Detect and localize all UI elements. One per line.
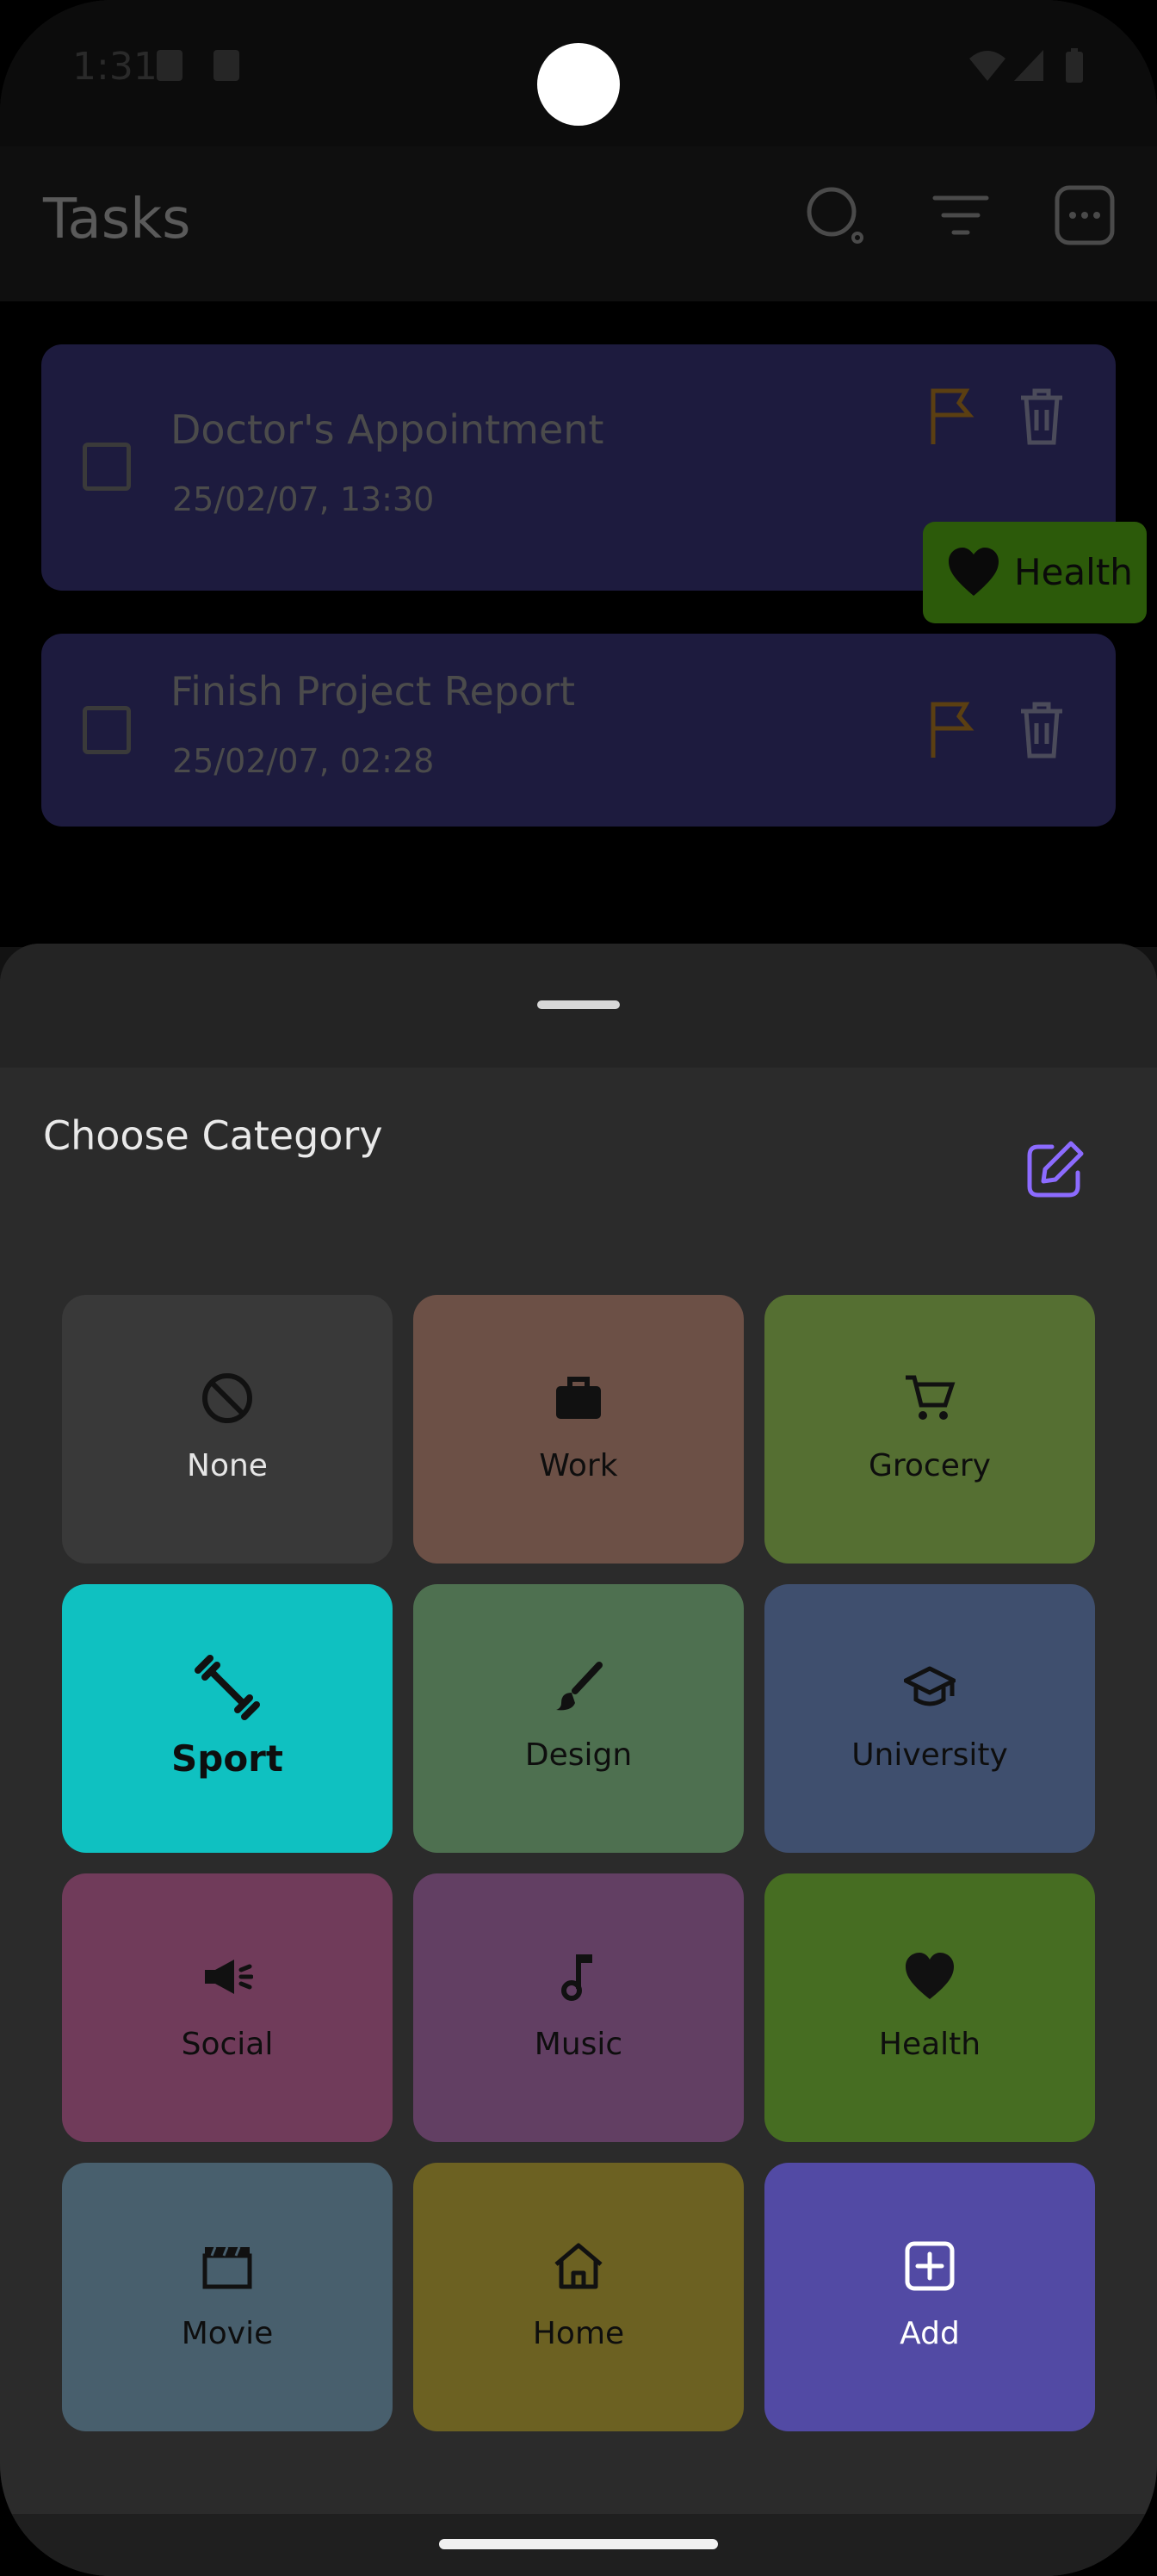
task-date: 25/02/07, 02:28 (172, 742, 435, 780)
status-time: 1:31 (72, 45, 158, 89)
graduation-cap-icon (904, 1666, 956, 1706)
delete-icon[interactable] (1018, 701, 1066, 759)
category-tile-grocery[interactable]: Grocery (764, 1295, 1095, 1564)
app-bar: Tasks (0, 146, 1157, 301)
category-label: None (187, 1448, 268, 1483)
category-label: Work (539, 1448, 618, 1483)
category-tile-music[interactable]: Music (413, 1873, 744, 2142)
add-box-icon (905, 2241, 955, 2291)
camera-cutout (537, 43, 620, 126)
heart-icon (906, 1953, 954, 1999)
task-title: Doctor's Appointment (170, 406, 604, 453)
category-tile-home[interactable]: Home (413, 2163, 744, 2431)
cell-signal-icon (1014, 50, 1043, 81)
flag-icon[interactable] (928, 701, 976, 759)
block-icon (202, 1373, 252, 1423)
drag-handle[interactable] (537, 1000, 620, 1009)
task-date: 25/02/07, 13:30 (172, 480, 435, 518)
wifi-icon (969, 51, 1005, 81)
category-label: Health (878, 2027, 981, 2062)
music-note-icon (561, 1954, 592, 2001)
brush-icon (556, 1662, 603, 1711)
edit-icon[interactable] (1024, 1140, 1085, 1200)
flag-icon[interactable] (928, 387, 976, 446)
search-icon[interactable] (804, 184, 866, 246)
phone-screen: 1:31 Tasks Doctor's Appointment 25/02/07… (0, 0, 1157, 2576)
home-icon (554, 2243, 603, 2289)
home-indicator[interactable] (439, 2539, 718, 2549)
category-label: Sport (171, 1737, 283, 1780)
sheet-drag-area[interactable] (0, 944, 1157, 1068)
category-tile-sport[interactable]: Sport (62, 1584, 393, 1853)
cart-icon (906, 1375, 956, 1420)
task-card[interactable]: Doctor's Appointment 25/02/07, 13:30 Hea… (41, 344, 1147, 623)
delete-icon[interactable] (1018, 387, 1066, 446)
battery-icon (1066, 48, 1083, 83)
task-title: Finish Project Report (170, 668, 576, 715)
category-tile-social[interactable]: Social (62, 1873, 393, 2142)
category-tile-work[interactable]: Work (413, 1295, 744, 1564)
category-tile-university[interactable]: University (764, 1584, 1095, 1853)
category-label: Grocery (869, 1448, 991, 1483)
category-tile-health[interactable]: Health (764, 1873, 1095, 2142)
notification-icon (213, 50, 239, 81)
category-label: University (851, 1737, 1008, 1773)
category-label: Music (534, 2027, 623, 2062)
dumbbell-icon (195, 1655, 260, 1720)
more-icon[interactable] (1054, 184, 1116, 246)
category-chip-label: Health (1014, 551, 1133, 593)
category-chip-health[interactable]: Health (923, 522, 1147, 623)
filter-icon[interactable] (930, 184, 992, 246)
heart-icon (949, 548, 999, 596)
task-checkbox[interactable] (83, 443, 131, 491)
category-tile-movie[interactable]: Movie (62, 2163, 393, 2431)
category-label: Add (900, 2316, 960, 2351)
category-label: Movie (181, 2316, 274, 2351)
status-bar: 1:31 (0, 0, 1157, 146)
category-label: Social (181, 2027, 274, 2062)
clapperboard-icon (202, 2246, 252, 2289)
sheet-title: Choose Category (43, 1112, 383, 1159)
briefcase-icon (556, 1377, 601, 1419)
category-label: Design (524, 1737, 633, 1773)
page-title: Tasks (43, 188, 191, 251)
category-label: Home (532, 2316, 625, 2351)
category-tile-design[interactable]: Design (413, 1584, 744, 1853)
megaphone-icon (205, 1960, 253, 1994)
category-tile-add[interactable]: Add (764, 2163, 1095, 2431)
task-list: Doctor's Appointment 25/02/07, 13:30 Hea… (0, 301, 1157, 947)
task-card[interactable]: Finish Project Report 25/02/07, 02:28 (41, 634, 1116, 827)
task-checkbox[interactable] (83, 706, 131, 754)
category-bottom-sheet: Choose Category None Work Grocery Sport (0, 944, 1157, 2576)
category-tile-none[interactable]: None (62, 1295, 393, 1564)
sim-icon (157, 50, 183, 81)
